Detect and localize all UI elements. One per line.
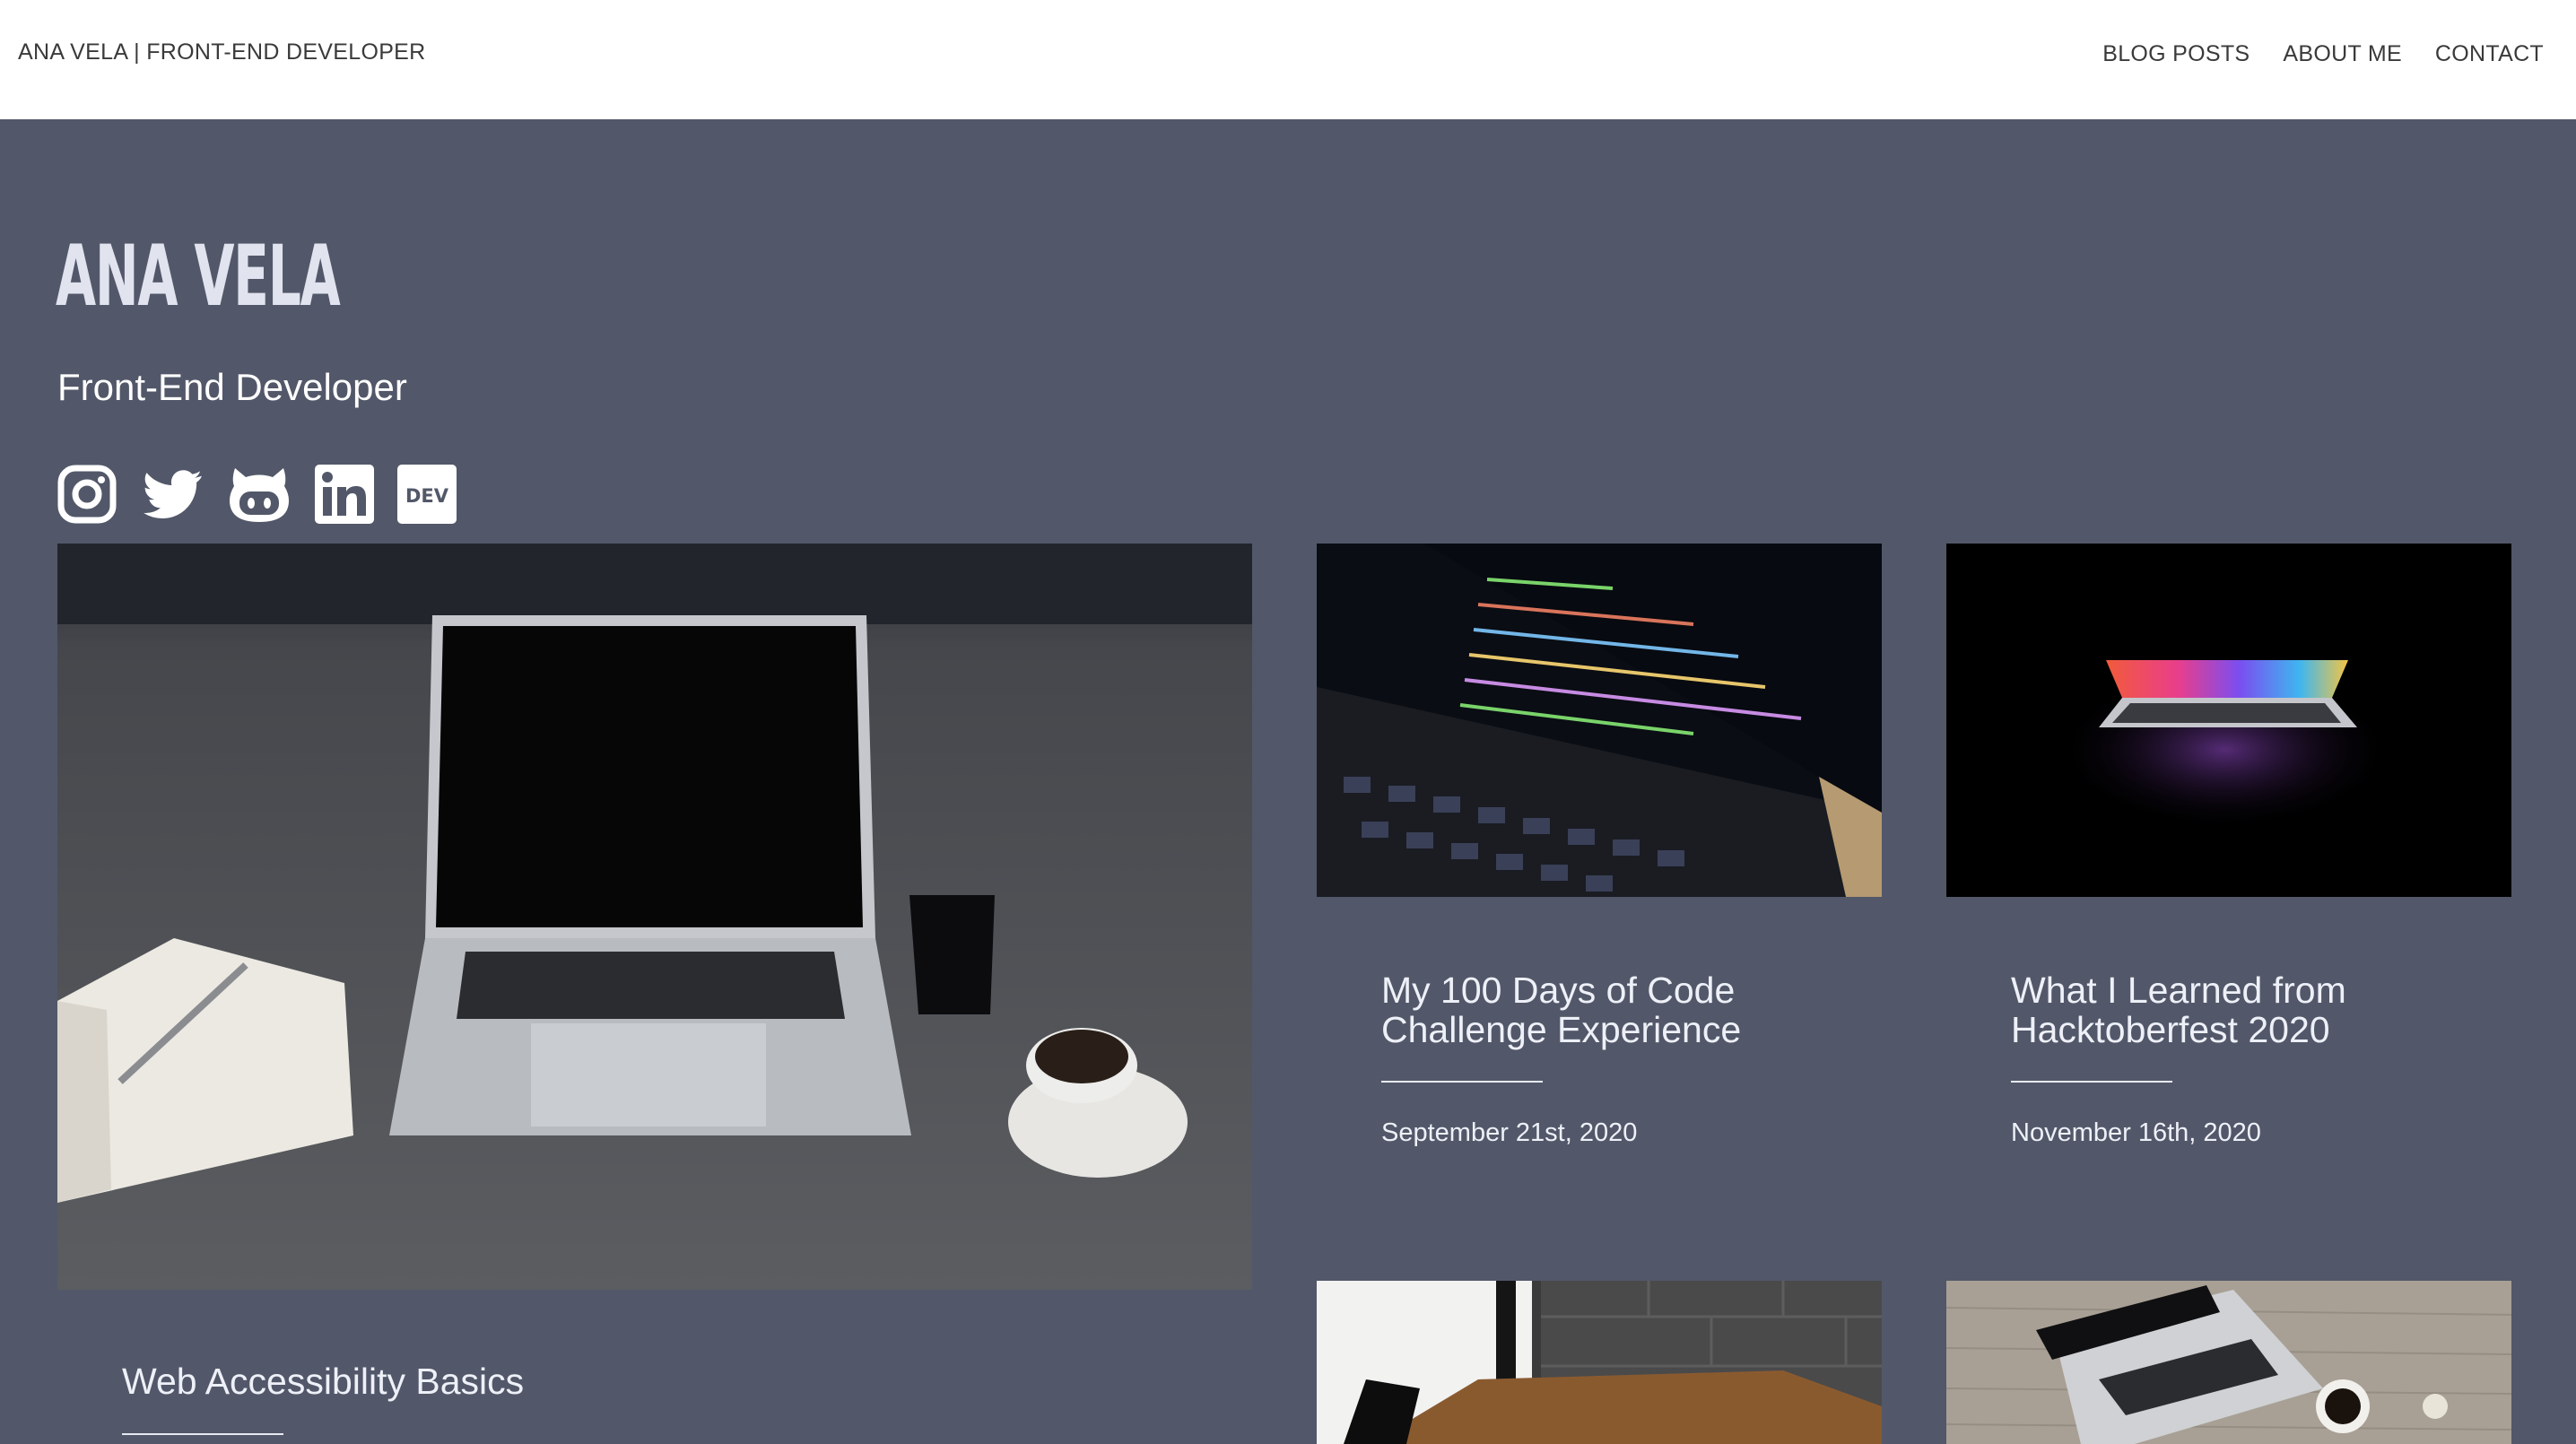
post-date: November 16th, 2020 [2011, 1118, 2261, 1147]
dev-icon[interactable]: DEV [397, 465, 457, 524]
post-title-hacktoberfest[interactable]: What I Learned from Hacktoberfest 2020 [2011, 970, 2346, 1049]
github-icon[interactable] [228, 465, 291, 524]
post-image-hacktoberfest[interactable] [1946, 544, 2511, 897]
post-image-laptop-wood[interactable] [1946, 1281, 2511, 1444]
linkedin-icon[interactable] [315, 465, 374, 524]
hero-role: Front-End Developer [57, 366, 407, 408]
post-date: September 21st, 2020 [1381, 1118, 1638, 1147]
nav-blog-posts[interactable]: BLOG POSTS [2102, 41, 2250, 67]
nav-about-me[interactable]: ABOUT ME [2283, 41, 2402, 67]
post-image-100-days-of-code[interactable] [1317, 544, 1882, 897]
post-title-underline [1381, 1081, 1543, 1083]
post-title-underline [2011, 1081, 2172, 1083]
site-brand-link[interactable]: ANA VELA | FRONT-END DEVELOPER [18, 39, 426, 65]
twitter-icon[interactable] [140, 465, 206, 524]
hero-name: ANA VELA [56, 228, 341, 326]
post-title-underline [122, 1433, 283, 1435]
svg-text:DEV: DEV [405, 485, 449, 507]
main-nav: BLOG POSTS ABOUT ME CONTACT [2102, 41, 2544, 67]
post-image-desk-window[interactable] [1317, 1281, 1882, 1444]
post-image-web-accessibility[interactable] [57, 544, 1252, 1290]
instagram-icon[interactable] [57, 465, 117, 524]
post-title-web-accessibility[interactable]: Web Accessibility Basics [122, 1361, 524, 1401]
nav-contact[interactable]: CONTACT [2435, 41, 2544, 67]
top-navbar: ANA VELA | FRONT-END DEVELOPER BLOG POST… [0, 0, 2576, 119]
post-title-100-days-of-code[interactable]: My 100 Days of Code Challenge Experience [1381, 970, 1741, 1049]
